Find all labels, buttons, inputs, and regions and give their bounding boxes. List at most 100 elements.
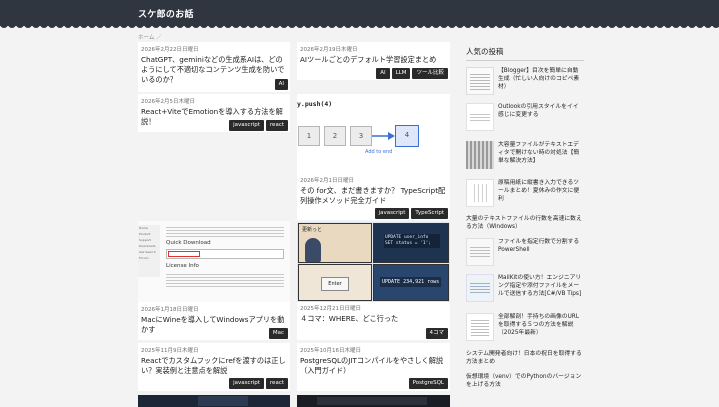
post-card[interactable]: 2026年2月22日日曜日 ChatGPT、geminiなどの生成系AIは、どの…	[138, 42, 290, 92]
enter-key: Enter	[321, 277, 349, 291]
breadcrumb[interactable]: ホーム ／	[138, 33, 162, 41]
screenshot-paragraph	[166, 225, 284, 237]
popular-post-thumbnail[interactable]	[466, 313, 494, 341]
post-date: 2026年2月22日日曜日	[141, 47, 199, 53]
post-tags: AI	[274, 79, 288, 90]
tag-label[interactable]: javascript	[374, 208, 410, 219]
popular-post-thumbnail[interactable]	[466, 274, 494, 302]
post-card[interactable]: 更新っと UPDATE user_info SET status = '1'; …	[297, 222, 450, 340]
post-date: 2026年2月19日木曜日	[300, 47, 358, 53]
popular-post-thumbnail[interactable]	[466, 141, 494, 169]
popular-post-thumbnail[interactable]	[466, 67, 494, 95]
post-card[interactable]: 2025年10月16日木曜日 PostgreSQLのJITコンパイルをやさしく解…	[297, 343, 450, 391]
popular-post-title[interactable]: 全部解剖！手持ちの画像のURLを取得する５つの方法を解説（2025年最新）	[498, 313, 584, 337]
popular-post-thumbnail[interactable]	[466, 238, 494, 266]
array-box-new: 4	[395, 125, 419, 147]
tag-label[interactable]: PostgreSQL	[408, 378, 448, 389]
tag-label[interactable]: Mac	[268, 328, 288, 339]
post-date: 2026年2月1日日曜日	[300, 178, 354, 184]
header-scallop-edge	[0, 24, 719, 32]
sidebar-divider	[466, 60, 584, 61]
tag-label[interactable]: react	[265, 378, 288, 389]
post-card[interactable]: 2026年2月19日木曜日 AIツールごとのデフォルト学習設定まとめ AI LL…	[297, 42, 450, 80]
array-box: 3	[350, 126, 372, 146]
tag-label[interactable]: 4コマ	[425, 328, 448, 339]
comic-panel: Enter	[298, 264, 372, 301]
popular-post-item[interactable]: ファイルを指定行数で分割するPowerShell	[466, 238, 586, 268]
post-title[interactable]: Reactでカスタムフックにrefを渡すのは正しい？実装例と注意点を解説	[141, 356, 287, 376]
popular-post-title[interactable]: システム開発者向け！日本の祝日を取得する方法まとめ	[466, 350, 584, 366]
tag-label[interactable]: LLM	[391, 68, 411, 79]
site-header: スケ郎のお話	[0, 0, 719, 26]
post-card[interactable]: 2025年11月9日木曜日 Reactでカスタムフックにrefを渡すのは正しい？…	[138, 343, 290, 391]
post-card[interactable]: y.push(4) 1 2 3 4 Add to end 2026年2月1日日曜…	[297, 94, 450, 220]
popular-post-title[interactable]: 仮想環境（venv）でのPythonのバージョンを上げる方法	[466, 373, 584, 389]
post-thumbnail[interactable]: 更新っと UPDATE user_info SET status = '1'; …	[297, 222, 450, 302]
popular-post-item[interactable]: 全部解剖！手持ちの画像のURLを取得する５つの方法を解説（2025年最新）	[466, 313, 586, 343]
post-title[interactable]: その for文、まだ書きますか？ TypeScript配列操作メソッド完全ガイド	[300, 186, 447, 206]
tag-label[interactable]: javascript	[229, 378, 264, 389]
post-thumbnail-partial[interactable]	[297, 395, 450, 407]
popular-post-title[interactable]: 大量のテキストファイルの行数を高速に数える方法（Windows）	[466, 215, 584, 231]
post-date: 2025年12月21日日曜日	[300, 306, 361, 312]
post-thumbnail-partial[interactable]	[138, 395, 290, 407]
character-figure	[305, 238, 321, 262]
tag-label[interactable]: javascript	[229, 120, 264, 131]
post-title[interactable]: ４コマ：WHERE、どこ行った	[300, 314, 447, 324]
post-title[interactable]: MacにWineを導入してWindowsアプリを動かす	[141, 315, 287, 335]
post-tags: javascript TypeScript	[374, 208, 448, 219]
popular-post-item[interactable]: 【Blogger】目次を簡単に自動生成（忙しい人向けのコピペ素材）	[466, 67, 586, 97]
code-snippet: y.push(4)	[297, 100, 333, 108]
arrow-right-icon	[372, 132, 395, 140]
speech-bubble: 更新っと	[302, 227, 323, 233]
comic-panel: UPDATE 234,921 rows	[373, 264, 449, 301]
tag-label[interactable]: AI	[274, 79, 288, 90]
array-box: 1	[298, 126, 320, 146]
popular-post-title[interactable]: ファイルを指定行数で分割するPowerShell	[498, 238, 584, 254]
popular-post-item[interactable]: 仮想環境（venv）でのPythonのバージョンを上げる方法	[466, 373, 586, 403]
popular-post-item[interactable]: MailKitの使い方！エンジニアリング指定や添付ファイルをメールで送信する方法…	[466, 274, 586, 304]
post-card[interactable]: Home Product Support Downloads Ask Searc…	[138, 221, 290, 340]
tag-label[interactable]: react	[265, 120, 288, 131]
post-title[interactable]: ChatGPT、geminiなどの生成系AIは、どのようにして不適切なコンテンツ…	[141, 55, 287, 85]
array-box: 2	[324, 126, 346, 146]
popular-post-title[interactable]: 大容量ファイルがテキストエディタで開けない時の対処法【簡単な解決方法】	[498, 141, 584, 165]
screenshot-nav: Home Product Support Downloads Ask Searc…	[138, 225, 160, 277]
tag-label[interactable]: ツール比較	[412, 68, 448, 79]
screenshot-paragraph	[166, 272, 284, 288]
download-table	[166, 249, 284, 259]
popular-post-thumbnail[interactable]	[466, 103, 494, 131]
popular-post-title[interactable]: 【Blogger】目次を簡単に自動生成（忙しい人向けのコピペ素材）	[498, 67, 584, 91]
popular-post-title[interactable]: 原稿用紙に縦書き入力できるツールまとめ！夏休みの作文に便利	[498, 179, 584, 203]
post-card[interactable]: 2026年2月5日木曜日 React+ViteでEmotionを導入する方法を解…	[138, 94, 290, 132]
popular-post-title[interactable]: MailKitの使い方！エンジニアリング指定や添付ファイルをメールで送信する方法…	[498, 274, 584, 298]
add-to-end-caption: Add to end	[365, 149, 393, 155]
post-date: 2026年2月5日木曜日	[141, 99, 195, 105]
post-tags: PostgreSQL	[408, 378, 448, 389]
popular-post-thumbnail[interactable]	[466, 179, 494, 207]
post-date: 2025年11月9日木曜日	[141, 348, 199, 354]
post-title[interactable]: AIツールごとのデフォルト学習設定まとめ	[300, 55, 447, 65]
popular-posts-heading: 人気の投稿	[466, 47, 504, 56]
post-tags: AI LLM ツール比較	[376, 68, 448, 79]
popular-post-item[interactable]: Outlookの引用スタイルをイイ感じに変更する	[466, 103, 586, 133]
post-title[interactable]: PostgreSQLのJITコンパイルをやさしく解説（入門ガイド）	[300, 356, 447, 376]
popular-post-item[interactable]: 大容量ファイルがテキストエディタで開けない時の対処法【簡単な解決方法】	[466, 141, 586, 171]
post-tags: 4コマ	[425, 328, 448, 339]
comic-panel: 更新っと	[298, 223, 372, 263]
comic-panel: UPDATE user_info SET status = '1';	[373, 223, 449, 263]
post-thumbnail[interactable]: y.push(4) 1 2 3 4 Add to end	[297, 94, 450, 169]
terminal-result: UPDATE 234,921 rows	[380, 277, 442, 287]
post-tags: javascript react	[229, 120, 288, 131]
post-tags: javascript react	[229, 378, 288, 389]
nav-item: Forum	[139, 256, 149, 260]
popular-post-title[interactable]: Outlookの引用スタイルをイイ感じに変更する	[498, 103, 584, 119]
tag-label[interactable]: TypeScript	[411, 208, 448, 219]
quick-download-heading: Quick Download	[166, 240, 211, 246]
tag-label[interactable]: AI	[376, 68, 390, 79]
popular-post-item[interactable]: 原稿用紙に縦書き入力できるツールまとめ！夏休みの作文に便利	[466, 179, 586, 209]
post-date: 2025年10月16日木曜日	[300, 348, 361, 354]
post-tags: Mac	[268, 328, 288, 339]
site-title[interactable]: スケ郎のお話	[138, 7, 194, 20]
post-thumbnail[interactable]: Home Product Support Downloads Ask Searc…	[138, 221, 290, 302]
